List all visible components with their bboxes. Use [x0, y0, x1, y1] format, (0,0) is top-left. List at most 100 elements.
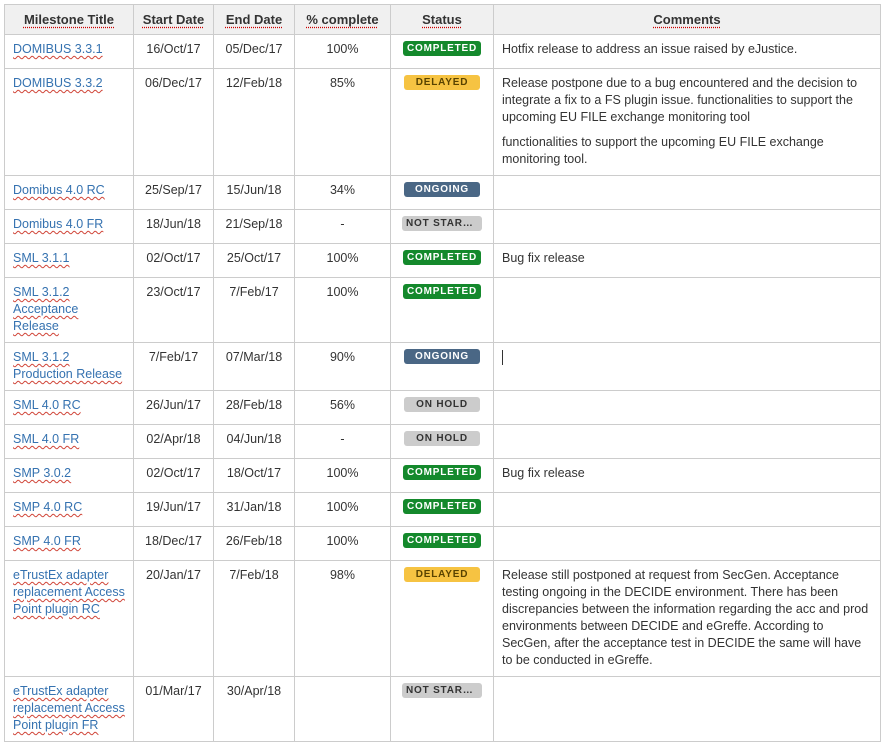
- comments-cell[interactable]: Hotfix release to address an issue raise…: [493, 34, 881, 69]
- comments-cell[interactable]: Bug fix release: [493, 243, 881, 278]
- milestone-link[interactable]: SML 4.0 RC: [13, 398, 81, 412]
- table-row: eTrustEx adapter replacement Access Poin…: [4, 676, 881, 742]
- milestone-link[interactable]: SML 4.0 FR: [13, 432, 79, 446]
- table-row: DOMIBUS 3.3.2 06/Dec/17 12/Feb/18 85% DELAYE…: [4, 68, 881, 176]
- milestone-title-cell: Domibus 4.0 FR: [4, 209, 134, 244]
- comments-cell[interactable]: Release postpone due to a bug encountere…: [493, 68, 881, 176]
- milestone-title-cell: DOMIBUS 3.3.2: [4, 68, 134, 176]
- milestone-title-cell: SMP 4.0 RC: [4, 492, 134, 527]
- status-lozenge: ONGOING: [404, 182, 480, 197]
- percent-complete-cell: 98%: [294, 560, 391, 677]
- percent-complete-cell: 85%: [294, 68, 391, 176]
- milestone-link[interactable]: eTrustEx adapter replacement Access Poin…: [13, 568, 125, 616]
- milestone-title-cell: DOMIBUS 3.3.1: [4, 34, 134, 69]
- end-date-cell: 7/Feb/18: [213, 560, 295, 677]
- milestone-link[interactable]: eTrustEx adapter replacement Access Poin…: [13, 684, 125, 732]
- status-lozenge: COMPLETED: [403, 465, 481, 480]
- table-row: SMP 3.0.2 02/Oct/17 18/Oct/17 100% COMPLETED…: [4, 458, 881, 493]
- status-cell: ON HOLD: [390, 390, 494, 425]
- table-row: SML 3.1.2 Production Release 7/Feb/17 07/M…: [4, 342, 881, 391]
- start-date-cell: 25/Sep/17: [133, 175, 214, 210]
- milestone-link[interactable]: Domibus 4.0 RC: [13, 183, 105, 197]
- comments-cell[interactable]: Release still postponed at request from …: [493, 560, 881, 677]
- milestone-link[interactable]: SMP 3.0.2: [13, 466, 71, 480]
- percent-complete-cell: 34%: [294, 175, 391, 210]
- milestone-link[interactable]: SML 3.1.1: [13, 251, 70, 265]
- header-milestone-title[interactable]: Milestone Title: [4, 4, 134, 35]
- header-status[interactable]: Status: [390, 4, 494, 35]
- end-date-cell: 12/Feb/18: [213, 68, 295, 176]
- header-end-date[interactable]: End Date: [213, 4, 295, 35]
- milestone-title-cell: SMP 4.0 FR: [4, 526, 134, 561]
- comments-cell[interactable]: [493, 390, 881, 425]
- status-lozenge: COMPLETED: [403, 499, 481, 514]
- milestone-link[interactable]: DOMIBUS 3.3.2: [13, 76, 103, 90]
- start-date-cell: 02/Apr/18: [133, 424, 214, 459]
- comments-cell[interactable]: [493, 424, 881, 459]
- percent-complete-cell: 100%: [294, 526, 391, 561]
- status-lozenge: ONGOING: [404, 349, 480, 364]
- end-date-cell: 25/Oct/17: [213, 243, 295, 278]
- comments-cell[interactable]: [493, 492, 881, 527]
- percent-complete-cell: 100%: [294, 243, 391, 278]
- end-date-cell: 04/Jun/18: [213, 424, 295, 459]
- milestone-title-cell: eTrustEx adapter replacement Access Poin…: [4, 676, 134, 742]
- start-date-cell: 26/Jun/17: [133, 390, 214, 425]
- status-cell: COMPLETED: [390, 34, 494, 69]
- milestone-link[interactable]: SMP 4.0 FR: [13, 534, 81, 548]
- comments-cell[interactable]: [493, 175, 881, 210]
- milestone-title-cell: SML 3.1.1: [4, 243, 134, 278]
- milestone-link[interactable]: SMP 4.0 RC: [13, 500, 82, 514]
- comments-cell[interactable]: [493, 277, 881, 343]
- percent-complete-cell: -: [294, 209, 391, 244]
- percent-complete-cell: 56%: [294, 390, 391, 425]
- start-date-cell: 7/Feb/17: [133, 342, 214, 391]
- start-date-cell: 19/Jun/17: [133, 492, 214, 527]
- percent-complete-cell: -: [294, 424, 391, 459]
- end-date-cell: 30/Apr/18: [213, 676, 295, 742]
- table-row: Domibus 4.0 RC 25/Sep/17 15/Jun/18 34% ONGOI…: [4, 175, 881, 210]
- milestone-link[interactable]: SML 3.1.2 Production Release: [13, 350, 122, 381]
- text-cursor: [502, 350, 503, 366]
- percent-complete-cell: 100%: [294, 458, 391, 493]
- comments-cell[interactable]: Bug fix release: [493, 458, 881, 493]
- status-lozenge: COMPLETED: [403, 533, 481, 548]
- status-cell: ONGOING: [390, 342, 494, 391]
- status-cell: ON HOLD: [390, 424, 494, 459]
- status-lozenge: DELAYED: [404, 75, 480, 90]
- end-date-cell: 07/Mar/18: [213, 342, 295, 391]
- header-percent-complete[interactable]: % complete: [294, 4, 391, 35]
- milestone-title-cell: SML 3.1.2 Production Release: [4, 342, 134, 391]
- end-date-cell: 31/Jan/18: [213, 492, 295, 527]
- comments-cell[interactable]: [493, 209, 881, 244]
- header-comments[interactable]: Comments: [493, 4, 881, 35]
- status-lozenge: DELAYED: [404, 567, 480, 582]
- start-date-cell: 02/Oct/17: [133, 243, 214, 278]
- milestone-link[interactable]: Domibus 4.0 FR: [13, 217, 103, 231]
- status-lozenge: COMPLETED: [403, 41, 481, 56]
- header-start-date[interactable]: Start Date: [133, 4, 214, 35]
- milestones-table: Milestone Title Start Date End Date % co…: [4, 4, 881, 742]
- milestone-link[interactable]: SML 3.1.2 Acceptance Release: [13, 285, 78, 333]
- table-row: SML 4.0 FR 02/Apr/18 04/Jun/18- ON HOLD: [4, 424, 881, 459]
- percent-complete-cell: 100%: [294, 277, 391, 343]
- status-lozenge: NOT STARTED: [402, 216, 482, 231]
- start-date-cell: 01/Mar/17: [133, 676, 214, 742]
- percent-complete-cell: [294, 676, 391, 742]
- status-lozenge: COMPLETED: [403, 284, 481, 299]
- start-date-cell: 18/Dec/17: [133, 526, 214, 561]
- status-cell: COMPLETED: [390, 492, 494, 527]
- status-cell: DELAYED: [390, 68, 494, 176]
- comments-cell[interactable]: [493, 526, 881, 561]
- milestone-title-cell: SML 3.1.2 Acceptance Release: [4, 277, 134, 343]
- status-lozenge: COMPLETED: [403, 250, 481, 265]
- percent-complete-cell: 100%: [294, 492, 391, 527]
- status-cell: COMPLETED: [390, 243, 494, 278]
- comment-text: Release postpone due to a bug encountere…: [502, 76, 858, 124]
- comments-cell[interactable]: [493, 676, 881, 742]
- start-date-cell: 20/Jan/17: [133, 560, 214, 677]
- milestone-link[interactable]: DOMIBUS 3.3.1: [13, 42, 103, 56]
- status-lozenge: ON HOLD: [404, 431, 480, 446]
- comment-text: Release still postponed at request from …: [502, 568, 869, 667]
- comments-cell[interactable]: [493, 342, 881, 391]
